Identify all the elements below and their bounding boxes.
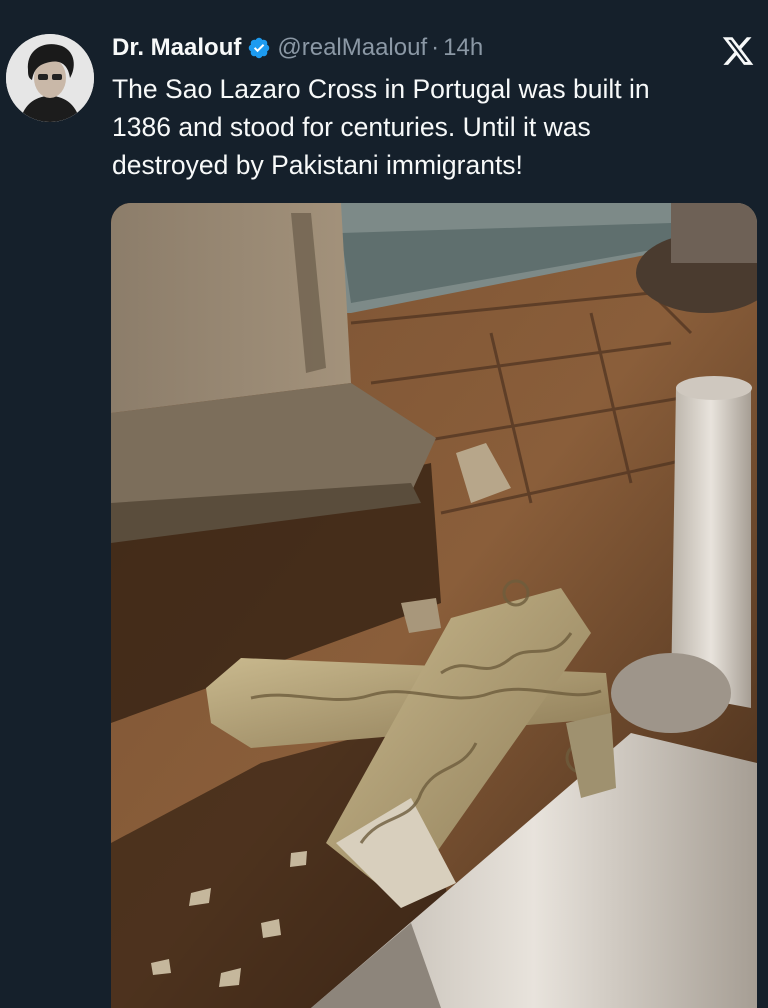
tweet-text-line: 1386 and stood for centuries. Until it w… <box>112 112 591 142</box>
author-name[interactable]: Dr. Maalouf <box>112 34 241 62</box>
tweet-text-line: The Sao Lazaro Cross in Portugal was bui… <box>112 74 650 104</box>
verified-badge-icon <box>249 37 270 59</box>
tweet-header: Dr. Maalouf @realMaalouf · 14h <box>112 30 483 66</box>
tweet-card: Dr. Maalouf @realMaalouf · 14h The Sao L… <box>0 0 768 1008</box>
meta-separator: · <box>431 34 440 61</box>
toppled-stone-cross-photo <box>111 203 757 1008</box>
profile-avatar[interactable] <box>6 34 94 122</box>
author-handle[interactable]: @realMaalouf <box>277 34 427 62</box>
tweet-text-line: destroyed by Pakistani immigrants! <box>112 150 523 180</box>
tweet-text: The Sao Lazaro Cross in Portugal was bui… <box>112 70 742 184</box>
tweet-timestamp[interactable]: 14h <box>443 34 483 62</box>
avatar-portrait-icon <box>6 34 94 122</box>
tweet-photo[interactable] <box>111 203 757 1008</box>
x-logo-icon[interactable] <box>720 34 756 68</box>
